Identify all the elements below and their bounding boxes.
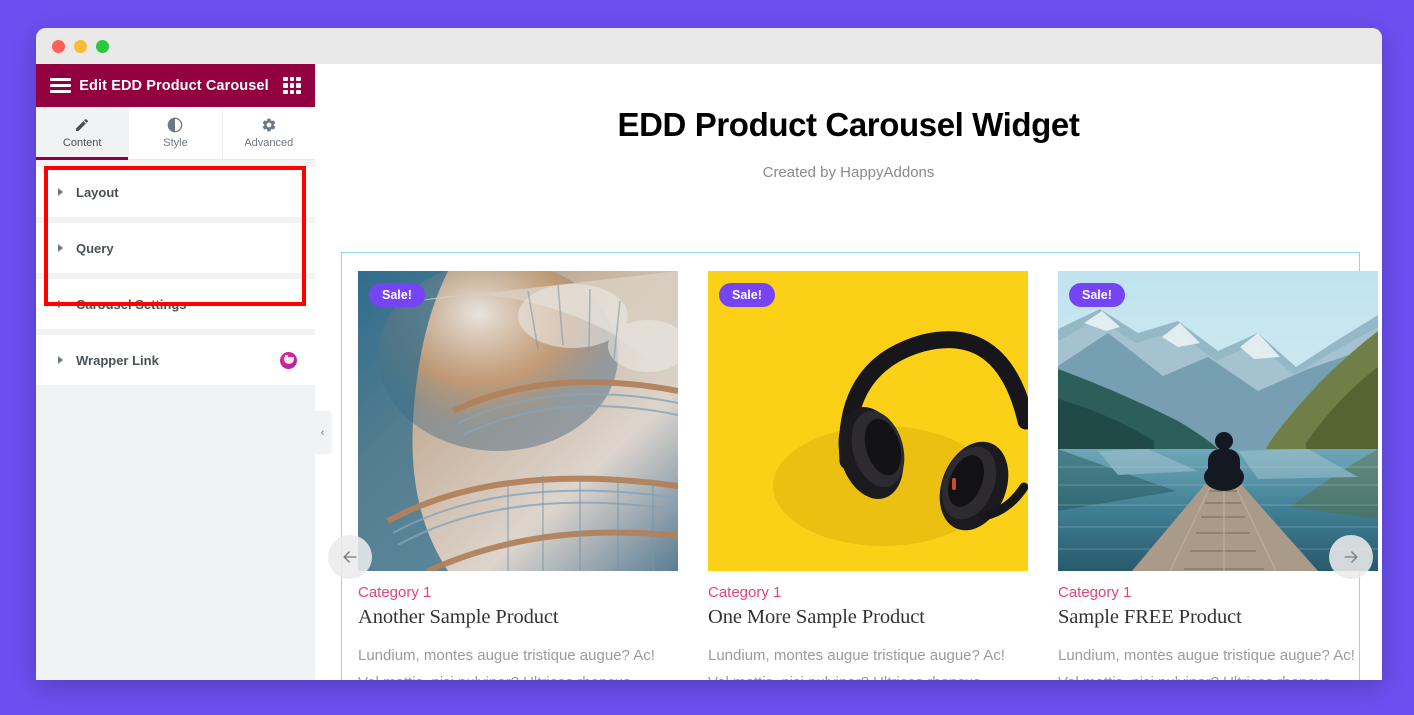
section-query-label: Query bbox=[76, 240, 114, 256]
section-layout[interactable]: Layout bbox=[36, 167, 315, 217]
carousel-slide[interactable]: Sale! Category 1 One More Sample Product… bbox=[708, 271, 1028, 680]
page-title: EDD Product Carousel Widget bbox=[617, 106, 1080, 143]
chevron-right-icon bbox=[58, 300, 63, 308]
panel-collapse-handle[interactable]: ‹ bbox=[314, 411, 331, 454]
panel-header: Edit EDD Product Carousel bbox=[36, 64, 315, 107]
product-title[interactable]: Sample FREE Product bbox=[1058, 606, 1378, 629]
tab-style-label: Style bbox=[163, 137, 188, 149]
arrow-right-icon bbox=[1344, 551, 1358, 563]
black-headphones-on-yellow-photo bbox=[708, 271, 1028, 571]
carousel-slide[interactable]: Sale! Category 1 Sample FREE Product Lun… bbox=[1058, 271, 1378, 680]
maximize-window-button[interactable] bbox=[96, 39, 109, 53]
product-thumbnail[interactable]: Sale! bbox=[708, 271, 1028, 571]
product-category[interactable]: Category 1 bbox=[358, 584, 678, 601]
contrast-circle-icon bbox=[167, 117, 183, 133]
panel-tabs: Content Style Advanced bbox=[36, 107, 315, 160]
product-category[interactable]: Category 1 bbox=[708, 584, 1028, 601]
arrow-left-icon bbox=[343, 551, 357, 563]
section-carousel-settings[interactable]: Carousel Settings bbox=[36, 279, 315, 329]
carousel-slide[interactable]: Sale! Category 1 Another Sample Product … bbox=[358, 271, 678, 680]
window-body: Edit EDD Product Carousel Content Style … bbox=[36, 64, 1382, 680]
carousel-track: Sale! Category 1 Another Sample Product … bbox=[342, 253, 1378, 680]
section-query[interactable]: Query bbox=[36, 223, 315, 273]
product-thumbnail[interactable]: Sale! bbox=[358, 271, 678, 571]
page-subtitle: Created by HappyAddons bbox=[762, 164, 935, 181]
section-wrapper-link-label: Wrapper Link bbox=[76, 352, 159, 368]
product-title[interactable]: One More Sample Product bbox=[708, 606, 1028, 629]
carousel-prev-button[interactable] bbox=[328, 535, 372, 579]
product-title[interactable]: Another Sample Product bbox=[358, 606, 678, 629]
carousel-section: Sale! Category 1 Another Sample Product … bbox=[328, 252, 1378, 680]
window-titlebar bbox=[36, 28, 1382, 64]
sale-badge: Sale! bbox=[719, 283, 775, 307]
grid-apps-icon[interactable] bbox=[283, 76, 301, 95]
app-window: Edit EDD Product Carousel Content Style … bbox=[36, 28, 1382, 680]
happyaddons-pro-icon bbox=[280, 351, 297, 369]
sale-badge: Sale! bbox=[1069, 283, 1125, 307]
preview-canvas: EDD Product Carousel Widget Created by H… bbox=[315, 64, 1382, 680]
minimize-window-button[interactable] bbox=[74, 39, 87, 53]
person-on-dock-mountain-lake-photo bbox=[1058, 271, 1378, 571]
product-excerpt: Lundium, montes augue tristique augue? A… bbox=[1058, 647, 1355, 680]
pencil-icon bbox=[74, 117, 90, 133]
product-thumbnail[interactable]: Sale! bbox=[1058, 271, 1378, 571]
hamburger-icon[interactable] bbox=[50, 78, 71, 93]
sale-badge: Sale! bbox=[369, 283, 425, 307]
section-wrapper-link[interactable]: Wrapper Link bbox=[36, 335, 315, 385]
close-window-button[interactable] bbox=[52, 39, 65, 53]
panel-title: Edit EDD Product Carousel bbox=[79, 77, 269, 94]
tab-advanced[interactable]: Advanced bbox=[223, 107, 315, 159]
tab-content-label: Content bbox=[62, 137, 102, 149]
chevron-right-icon bbox=[58, 356, 63, 364]
carousel-next-button[interactable] bbox=[1329, 535, 1373, 579]
gear-icon bbox=[261, 117, 277, 133]
panel-sections: Layout Query Carousel Settings Wrapper L… bbox=[36, 160, 315, 680]
section-layout-label: Layout bbox=[76, 184, 119, 200]
chevron-right-icon bbox=[58, 244, 63, 252]
product-excerpt: Lundium, montes augue tristique augue? A… bbox=[708, 647, 1005, 680]
product-excerpt: Lundium, montes augue tristique augue? A… bbox=[358, 647, 655, 680]
tab-advanced-label: Advanced bbox=[244, 137, 294, 149]
elementor-panel: Edit EDD Product Carousel Content Style … bbox=[36, 64, 331, 680]
spiral-staircase-photo bbox=[358, 271, 678, 571]
tab-content[interactable]: Content bbox=[36, 107, 130, 160]
product-category[interactable]: Category 1 bbox=[1058, 584, 1378, 601]
section-carousel-settings-label: Carousel Settings bbox=[76, 296, 187, 312]
tab-style[interactable]: Style bbox=[129, 107, 223, 159]
chevron-right-icon bbox=[58, 188, 63, 196]
